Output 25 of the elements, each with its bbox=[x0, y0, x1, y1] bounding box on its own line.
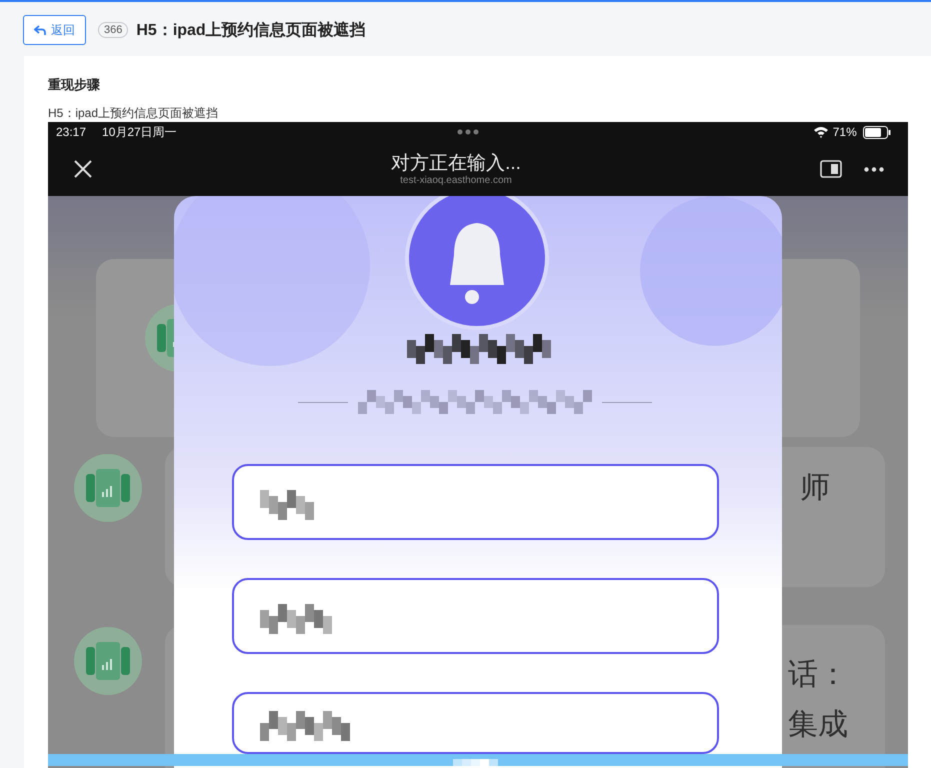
back-arrow-icon bbox=[34, 24, 46, 36]
back-button[interactable]: 返回 bbox=[23, 15, 86, 45]
issue-title: H5：ipad上预约信息页面被遮挡 bbox=[136, 20, 366, 40]
status-time: 23:17 bbox=[56, 125, 86, 139]
battery-icon bbox=[862, 126, 891, 138]
input-field[interactable] bbox=[232, 464, 719, 540]
window-icon[interactable] bbox=[820, 160, 842, 178]
input-field[interactable] bbox=[232, 692, 719, 754]
input-field[interactable] bbox=[232, 578, 719, 654]
issue-number: 366 bbox=[98, 22, 128, 38]
battery-percent: 71% bbox=[832, 125, 857, 139]
page-url: test-xiaoq.easthome.com bbox=[400, 174, 512, 186]
nav-title: 对方正在输入... bbox=[391, 152, 521, 174]
section-heading: 重现步骤 bbox=[48, 76, 101, 94]
status-date: 10月27日周一 bbox=[102, 124, 177, 140]
more-dots-icon bbox=[456, 129, 479, 135]
wifi-icon bbox=[812, 126, 829, 138]
close-icon[interactable] bbox=[74, 160, 92, 178]
phone-icon bbox=[72, 452, 144, 524]
background-text: 话： bbox=[788, 657, 848, 693]
background-text: 师 bbox=[800, 470, 830, 506]
background-text: 集成 bbox=[788, 707, 848, 743]
description-text: H5：ipad上预约信息页面被遮挡 bbox=[48, 106, 220, 120]
phone-icon bbox=[72, 625, 144, 697]
more-icon[interactable] bbox=[864, 166, 884, 172]
